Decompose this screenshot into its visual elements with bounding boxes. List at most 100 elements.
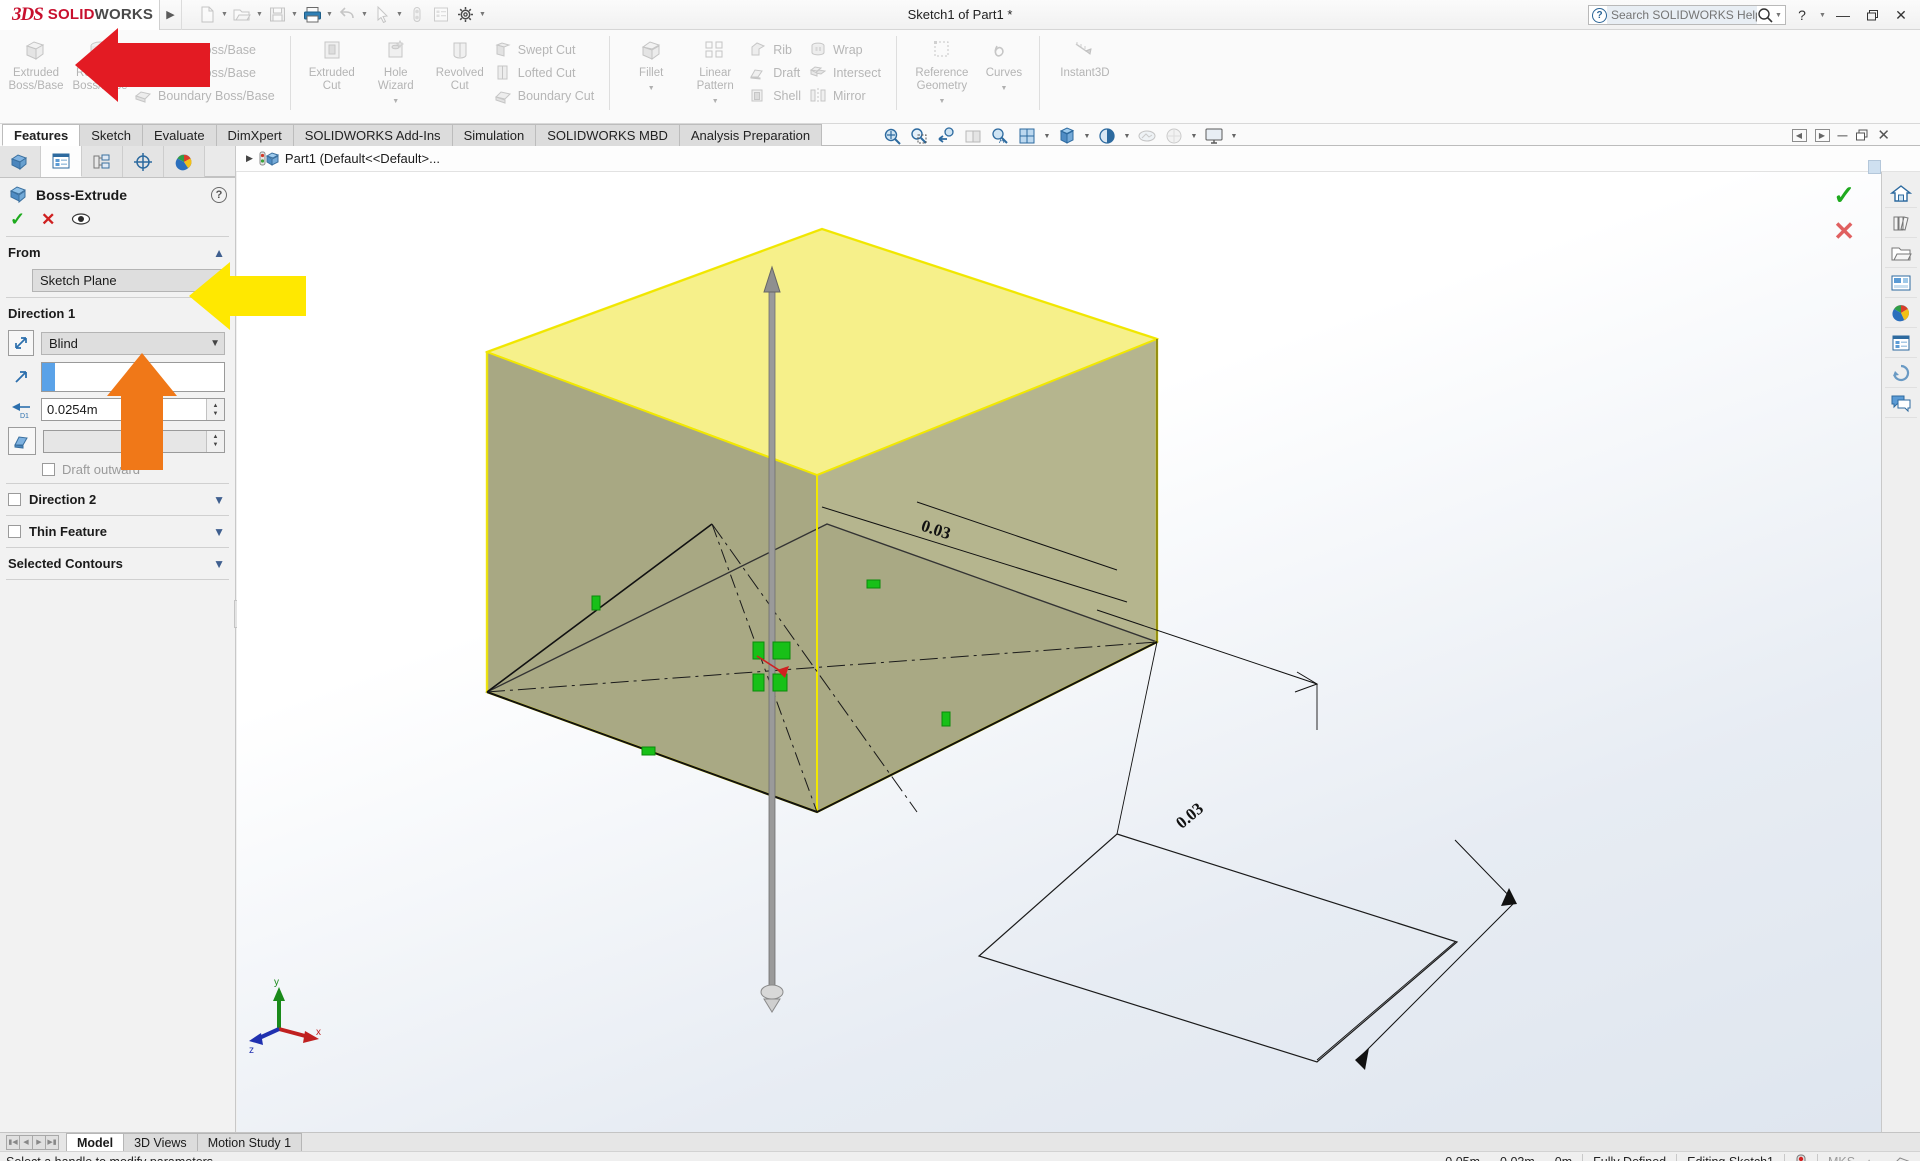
tree-expand-arrow-icon[interactable]: ▶ [246,153,253,164]
fillet-button[interactable]: Fillet ▼ [619,32,683,95]
section-direction2[interactable]: Direction 2 ▼ [0,486,235,513]
restore-button[interactable] [1859,2,1885,28]
draft-outward-checkbox[interactable] [42,463,55,476]
open-document-icon[interactable] [231,4,253,26]
status-units[interactable]: MKS [1818,1152,1865,1161]
linear-pattern-dropdown-icon[interactable]: ▼ [712,95,719,108]
save-document-caret-icon[interactable]: ▼ [290,4,299,26]
sw-resources-icon[interactable] [1885,178,1917,208]
viewport-scrollbar-thumb[interactable] [1868,160,1881,174]
apply-scene-caret-icon[interactable]: ▼ [1189,133,1199,140]
shell-button[interactable]: Shell [747,84,807,107]
section-from-collapse-icon[interactable]: ▲ [213,246,225,260]
display-manager-tab[interactable] [164,146,205,177]
help-caret-icon[interactable]: ▼ [1818,4,1827,26]
document-minimize-icon[interactable]: ─ [1838,127,1848,143]
rebuild-status-icon[interactable] [1785,1152,1817,1161]
select-cursor-icon[interactable] [371,4,393,26]
mirror-button[interactable]: Mirror [807,84,887,107]
tab-evaluate[interactable]: Evaluate [142,124,217,146]
save-document-icon[interactable] [266,4,288,26]
print-document-icon[interactable] [301,4,323,26]
display-style-caret-icon[interactable]: ▼ [1042,133,1052,140]
rib-button[interactable]: Rib [747,38,807,61]
reverse-direction-button[interactable] [8,330,34,356]
design-library-icon[interactable] [1885,208,1917,238]
depth-spinner[interactable]: ▲ ▼ [206,399,224,420]
fillet-dropdown-icon[interactable]: ▼ [648,82,655,95]
file-explorer-icon[interactable] [1885,238,1917,268]
tab-features[interactable]: Features [2,124,80,146]
bottom-tab-motion-study[interactable]: Motion Study 1 [197,1133,302,1151]
undo-icon[interactable] [336,4,358,26]
configuration-manager-tab[interactable] [82,146,123,177]
help-button[interactable]: ? [1789,2,1815,28]
open-document-caret-icon[interactable]: ▼ [255,4,264,26]
draft-spin-down-icon[interactable]: ▼ [213,441,219,449]
revolved-cut-button[interactable]: Revolved Cut [428,32,492,93]
custom-properties-icon[interactable] [1885,328,1917,358]
tab-dimxpert[interactable]: DimXpert [216,124,294,146]
sw-forum-icon[interactable] [1885,358,1917,388]
status-overlay-icon[interactable] [1883,1152,1920,1161]
cancel-button[interactable]: ✕ [41,211,55,228]
intersect-button[interactable]: Intersect [807,61,887,84]
document-close-icon[interactable]: ✕ [1877,126,1890,144]
draft-angle-spinner[interactable]: ▲ ▼ [206,431,224,452]
section-thin-feature[interactable]: Thin Feature ▼ [0,518,235,545]
boundary-cut-button[interactable]: Boundary Cut [492,84,600,107]
tab-last-icon[interactable]: ▶▮ [45,1135,59,1150]
reference-geometry-dropdown-icon[interactable]: ▼ [938,95,945,108]
property-manager-help-icon[interactable]: ? [211,187,227,203]
wrap-button[interactable]: Wrap [807,38,887,61]
extruded-boss-base-button[interactable]: Extruded Boss/Base [4,32,68,93]
help-search-box[interactable]: ? ▼ [1588,5,1786,25]
search-caret-icon[interactable]: ▼ [1774,4,1783,26]
search-icon[interactable] [1757,7,1774,23]
select-caret-icon[interactable]: ▼ [395,4,404,26]
options-caret-icon[interactable]: ▼ [478,4,487,26]
section-selected-contours-expand-icon[interactable]: ▼ [213,557,225,571]
rebuild-icon[interactable] [406,4,428,26]
depth-spin-down-icon[interactable]: ▼ [213,410,219,418]
bottom-tab-3d-views[interactable]: 3D Views [123,1133,198,1151]
tab-solidworks-mbd[interactable]: SOLIDWORKS MBD [535,124,680,146]
print-document-caret-icon[interactable]: ▼ [325,4,334,26]
accept-button[interactable]: ✓ [10,210,25,228]
view-palette-icon[interactable] [1885,268,1917,298]
curves-dropdown-icon[interactable]: ▼ [1000,82,1007,95]
tab-next-icon[interactable]: ▶ [32,1135,46,1150]
section-direction2-expand-icon[interactable]: ▼ [213,493,225,507]
scroll-right-icon[interactable]: ▶ [1815,129,1830,142]
tab-prev-icon[interactable]: ◀ [19,1135,33,1150]
bottom-tab-model[interactable]: Model [66,1133,124,1151]
appearances-scenes-icon[interactable] [1885,298,1917,328]
undo-caret-icon[interactable]: ▼ [360,4,369,26]
file-properties-icon[interactable] [430,4,452,26]
direction2-checkbox[interactable] [8,493,21,506]
instant3d-button[interactable]: Instant3D [1049,32,1121,80]
new-document-icon[interactable] [196,4,218,26]
tab-solidworks-add-ins[interactable]: SOLIDWORKS Add-Ins [293,124,453,146]
linear-pattern-button[interactable]: Linear Pattern ▼ [683,32,747,108]
tab-sketch[interactable]: Sketch [79,124,143,146]
extruded-cut-button[interactable]: Extruded Cut [300,32,364,93]
view-settings-caret-icon[interactable]: ▼ [1229,133,1239,140]
document-restore-icon[interactable] [1855,129,1869,142]
curves-button[interactable]: Curves ▼ [978,32,1030,95]
dimxpert-manager-tab[interactable] [123,146,164,177]
feature-manager-tab[interactable] [0,146,41,177]
section-thin-feature-expand-icon[interactable]: ▼ [213,525,225,539]
swept-cut-button[interactable]: Swept Cut [492,38,600,61]
status-units-caret-icon[interactable]: ▲ [1865,1152,1883,1161]
draft-on-off-button[interactable] [8,427,36,455]
options-gear-icon[interactable] [454,4,476,26]
edit-appearance-caret-icon[interactable]: ▼ [1122,133,1132,140]
feature-tree-root-label[interactable]: Part1 (Default<<Default>... [285,151,440,166]
search-input[interactable] [1607,6,1757,24]
depth-spin-up-icon[interactable]: ▲ [213,402,219,410]
reference-geometry-button[interactable]: Reference Geometry ▼ [906,32,978,108]
hide-show-caret-icon[interactable]: ▼ [1082,133,1092,140]
hole-wizard-button[interactable]: Hole Wizard ▼ [364,32,428,108]
new-document-caret-icon[interactable]: ▼ [220,4,229,26]
